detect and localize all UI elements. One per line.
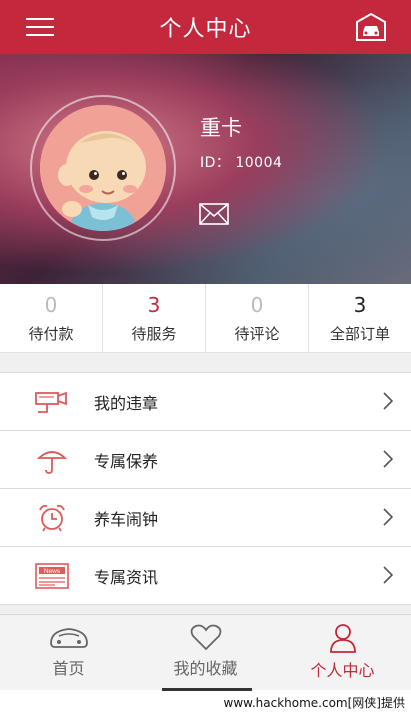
count-pending-review[interactable]: 0 待评论	[206, 284, 309, 352]
tab-profile[interactable]: 个人中心	[274, 615, 411, 691]
count-label: 待评论	[234, 324, 280, 343]
count-label: 待付款	[28, 324, 74, 343]
newspaper-icon: News	[34, 561, 70, 591]
menu-list: 我的违章 专属保养 养车闹钟 News 专属资讯	[0, 372, 411, 605]
car-icon	[49, 628, 88, 648]
profile-id: ID： 10004	[200, 155, 283, 171]
bottom-tab-bar: 首页 我的收藏 个人中心	[0, 614, 411, 691]
count-label: 待服务	[131, 324, 177, 343]
count-pending-service[interactable]: 3 待服务	[103, 284, 206, 352]
chevron-right-icon	[383, 450, 393, 468]
tab-favorites[interactable]: 我的收藏	[137, 615, 274, 691]
umbrella-icon	[34, 445, 70, 475]
news-icon-text: News	[44, 568, 61, 575]
person-icon	[329, 624, 356, 653]
menu-item-news[interactable]: News 专属资讯	[0, 547, 411, 605]
avatar[interactable]	[40, 105, 166, 231]
count-value: 3	[353, 292, 367, 317]
chevron-right-icon	[383, 508, 393, 526]
count-value: 0	[250, 292, 264, 317]
page-title: 个人中心	[159, 17, 252, 42]
heart-icon	[190, 624, 221, 651]
chevron-right-icon	[383, 566, 393, 584]
count-pending-payment[interactable]: 0 待付款	[0, 284, 103, 352]
order-counts: 0 待付款 3 待服务 0 待评论 3 全部订单	[0, 284, 411, 353]
menu-item-violations[interactable]: 我的违章	[0, 373, 411, 431]
profile-name: 重卡	[200, 116, 242, 140]
count-value: 3	[147, 292, 161, 317]
tab-label: 我的收藏	[173, 659, 238, 678]
count-label: 全部订单	[329, 324, 390, 343]
hamburger-menu-icon[interactable]	[26, 16, 54, 38]
garage-car-icon[interactable]	[355, 12, 387, 42]
menu-label: 养车闹钟	[94, 509, 159, 529]
menu-item-maintenance[interactable]: 专属保养	[0, 431, 411, 489]
menu-label: 专属保养	[94, 451, 159, 471]
menu-item-alarm[interactable]: 养车闹钟	[0, 489, 411, 547]
tab-label: 首页	[52, 659, 85, 678]
menu-label: 我的违章	[94, 393, 159, 413]
tab-home[interactable]: 首页	[0, 615, 137, 691]
watermark-text: www.hackhome.com[网侠]提供	[223, 696, 406, 710]
count-value: 0	[44, 292, 58, 317]
profile-header: 重卡 ID： 10004	[0, 54, 411, 284]
camera-icon	[34, 387, 70, 417]
chevron-right-icon	[383, 392, 393, 410]
tab-label: 个人中心	[310, 661, 375, 680]
menu-label: 专属资讯	[94, 567, 159, 587]
count-all-orders[interactable]: 3 全部订单	[309, 284, 411, 352]
top-app-bar: 个人中心	[0, 0, 411, 54]
mail-icon[interactable]	[199, 203, 229, 225]
home-indicator	[162, 688, 252, 691]
alarm-clock-icon	[34, 503, 70, 533]
